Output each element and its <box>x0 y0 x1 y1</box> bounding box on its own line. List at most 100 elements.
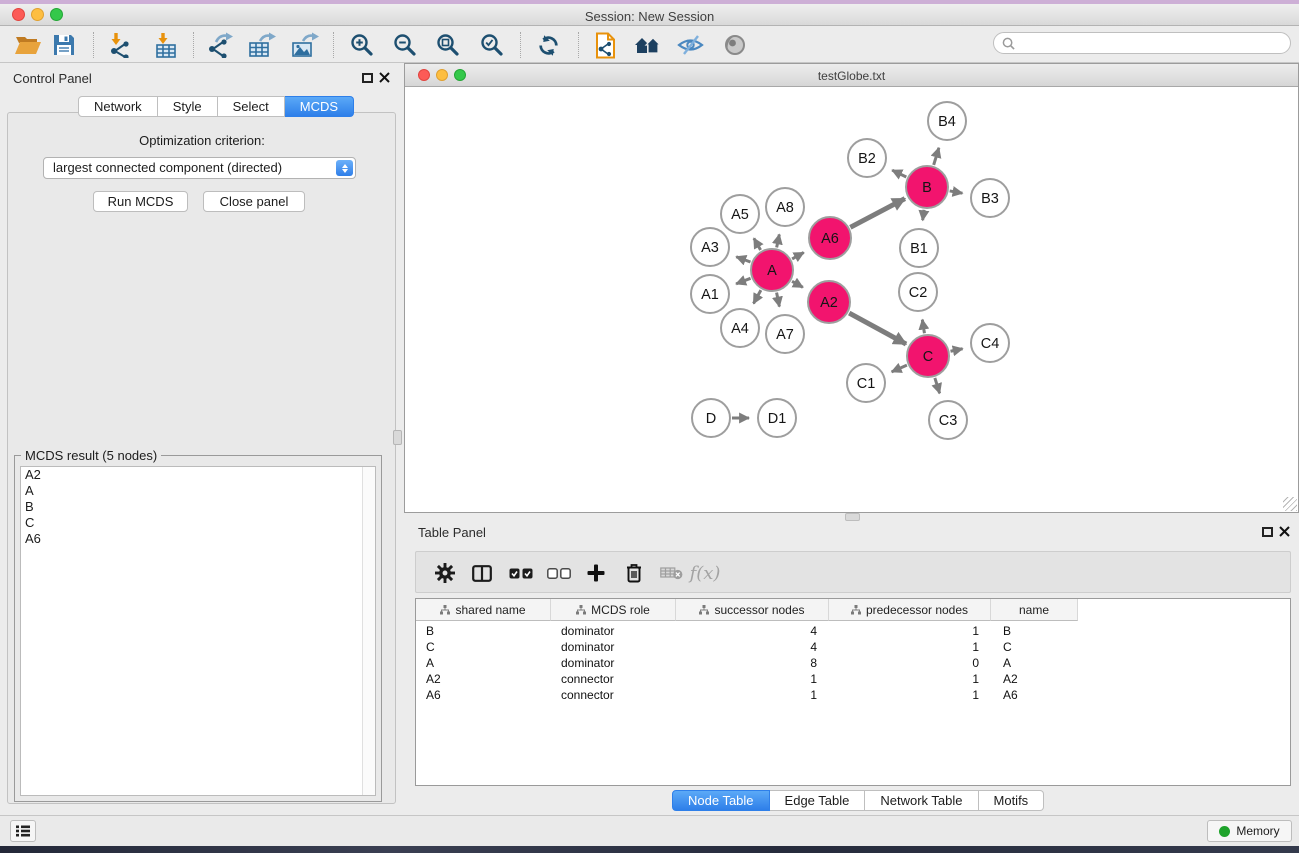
select-all-columns-button[interactable] <box>504 558 538 588</box>
table-cell[interactable]: connector <box>561 671 676 687</box>
mcds-result-list[interactable]: A2ABCA6 <box>20 466 376 796</box>
export-table-button[interactable] <box>244 29 280 61</box>
mcds-result-item[interactable]: A6 <box>21 531 375 547</box>
node-A1[interactable]: A1 <box>691 275 729 313</box>
table-cell[interactable]: A6 <box>426 687 551 703</box>
table-cell[interactable]: C <box>426 639 551 655</box>
edge-B-B1[interactable] <box>923 210 924 220</box>
node-A[interactable]: A <box>751 249 793 291</box>
edge-A-A7[interactable] <box>777 293 780 307</box>
edge-A-A1[interactable] <box>736 278 750 284</box>
tab-mcds[interactable]: MCDS <box>285 96 354 117</box>
edge-A2-C[interactable] <box>849 313 906 344</box>
tab-style[interactable]: Style <box>158 96 218 117</box>
network-view-window[interactable]: testGlobe.txt AA6A2BCA1A3A4A5A7A8B1B2B3B… <box>404 63 1299 513</box>
console-tasks-button[interactable] <box>10 820 36 842</box>
search-box[interactable] <box>993 32 1291 54</box>
table-cell[interactable]: 1 <box>676 687 817 703</box>
optimization-criterion-select[interactable]: largest connected component (directed) <box>43 157 356 179</box>
search-input[interactable] <box>1020 35 1282 51</box>
zoom-out-button[interactable] <box>387 29 423 61</box>
edge-A-A2[interactable] <box>792 281 803 287</box>
node-table[interactable]: shared nameMCDS rolesuccessor nodesprede… <box>415 598 1291 786</box>
table-cell[interactable]: 1 <box>676 671 817 687</box>
node-C4[interactable]: C4 <box>971 324 1009 362</box>
zoom-selected-button[interactable] <box>474 29 510 61</box>
node-B1[interactable]: B1 <box>900 229 938 267</box>
node-A3[interactable]: A3 <box>691 228 729 266</box>
table-cell[interactable]: dominator <box>561 639 676 655</box>
table-cell[interactable]: A6 <box>1003 687 1078 703</box>
edge-A6-B[interactable] <box>850 199 905 228</box>
table-cell[interactable]: A <box>426 655 551 671</box>
table-row[interactable]: Adominator80A <box>416 655 1290 671</box>
network-canvas[interactable]: AA6A2BCA1A3A4A5A7A8B1B2B3B4C1C2C3C4DD1 <box>405 88 1298 512</box>
vertical-splitter-handle[interactable] <box>393 430 402 445</box>
edge-C-C3[interactable] <box>935 378 940 393</box>
add-column-button[interactable] <box>579 558 613 588</box>
mcds-result-item[interactable]: A <box>21 483 375 499</box>
table-cell[interactable]: 1 <box>829 671 979 687</box>
window-resize-grip[interactable] <box>1283 497 1297 511</box>
refresh-button[interactable] <box>530 29 566 61</box>
node-C3[interactable]: C3 <box>929 401 967 439</box>
edge-C-C4[interactable] <box>951 349 963 352</box>
float-table-panel-icon[interactable] <box>1262 527 1273 537</box>
node-D[interactable]: D <box>692 399 730 437</box>
close-panel-button[interactable]: Close panel <box>203 191 305 212</box>
float-panel-icon[interactable] <box>362 73 373 83</box>
export-network-button[interactable] <box>202 29 238 61</box>
node-D1[interactable]: D1 <box>758 399 796 437</box>
tab-select[interactable]: Select <box>218 96 285 117</box>
table-row[interactable]: Bdominator41B <box>416 623 1290 639</box>
hide-graphics-details-button[interactable] <box>672 29 708 61</box>
open-session-button[interactable] <box>10 29 46 61</box>
table-cell[interactable]: A2 <box>426 671 551 687</box>
node-B4[interactable]: B4 <box>928 102 966 140</box>
edge-B-B3[interactable] <box>950 191 963 193</box>
node-A4[interactable]: A4 <box>721 309 759 347</box>
edge-B-B4[interactable] <box>934 148 939 165</box>
table-row[interactable]: A2connector11A2 <box>416 671 1290 687</box>
home-button[interactable] <box>630 29 666 61</box>
close-panel-icon[interactable] <box>379 72 390 83</box>
network-window-titlebar[interactable]: testGlobe.txt <box>405 64 1298 87</box>
node-A7[interactable]: A7 <box>766 315 804 353</box>
unselect-all-columns-button[interactable] <box>542 558 576 588</box>
node-C1[interactable]: C1 <box>847 364 885 402</box>
edge-A-A8[interactable] <box>777 234 780 247</box>
tab-network[interactable]: Network <box>78 96 158 117</box>
function-builder-button[interactable]: f(x) <box>688 558 722 588</box>
scrollbar-track[interactable] <box>362 467 375 795</box>
network-from-document-button[interactable] <box>588 29 624 61</box>
tab-motifs[interactable]: Motifs <box>979 790 1045 811</box>
node-A2[interactable]: A2 <box>808 281 850 323</box>
node-A6[interactable]: A6 <box>809 217 851 259</box>
edge-A-A3[interactable] <box>736 257 750 262</box>
table-row[interactable]: Cdominator41C <box>416 639 1290 655</box>
edge-A-A4[interactable] <box>754 290 761 303</box>
tab-network-table[interactable]: Network Table <box>865 790 978 811</box>
memory-button[interactable]: Memory <box>1207 820 1292 842</box>
mcds-result-item[interactable]: B <box>21 499 375 515</box>
table-cell[interactable]: 4 <box>676 623 817 639</box>
table-cell[interactable]: A <box>1003 655 1078 671</box>
delete-table-button[interactable] <box>654 558 688 588</box>
column-header-shared-name[interactable]: shared name <box>416 599 551 621</box>
zoom-fit-button[interactable] <box>430 29 466 61</box>
node-B3[interactable]: B3 <box>971 179 1009 217</box>
table-cell[interactable]: 4 <box>676 639 817 655</box>
node-B2[interactable]: B2 <box>848 139 886 177</box>
table-cell[interactable]: dominator <box>561 655 676 671</box>
table-cell[interactable]: 8 <box>676 655 817 671</box>
table-settings-button[interactable] <box>428 558 462 588</box>
node-A5[interactable]: A5 <box>721 195 759 233</box>
show-graphics-details-button[interactable] <box>717 29 753 61</box>
export-image-button[interactable] <box>287 29 323 61</box>
column-header-MCDS-role[interactable]: MCDS role <box>551 599 676 621</box>
run-mcds-button[interactable]: Run MCDS <box>93 191 188 212</box>
tab-node-table[interactable]: Node Table <box>672 790 770 811</box>
edge-C-C2[interactable] <box>922 320 924 334</box>
edge-C-C1[interactable] <box>892 365 907 372</box>
edge-A-A6[interactable] <box>792 252 804 258</box>
